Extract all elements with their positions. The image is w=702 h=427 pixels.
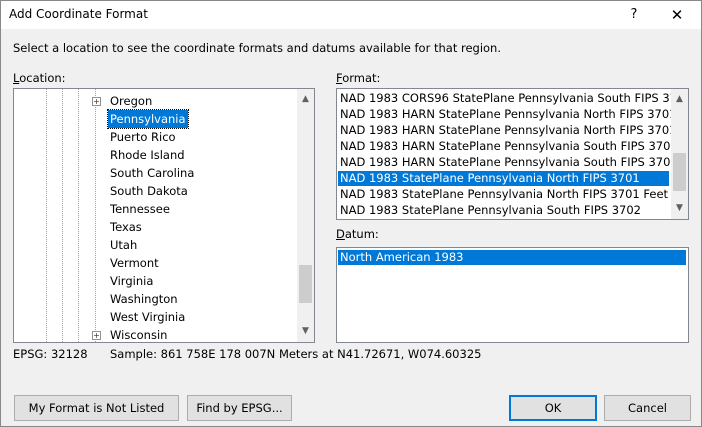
location-item-label: Utah — [110, 238, 138, 252]
datum-label: Datum: — [336, 227, 379, 241]
datum-item[interactable]: North American 1983 — [338, 250, 686, 265]
location-item-label: Washington — [110, 292, 178, 306]
location-item-label: South Dakota — [110, 184, 188, 198]
cancel-button[interactable]: Cancel — [604, 395, 691, 421]
format-label: Format: — [336, 71, 381, 85]
location-item-label: Rhode Island — [110, 148, 185, 162]
format-item[interactable]: NAD 1983 StatePlane Pennsylvania North F… — [338, 171, 669, 186]
format-item[interactable]: NAD 1983 HARN StatePlane Pennsylvania So… — [338, 155, 688, 170]
location-item[interactable]: Rhode Island — [14, 146, 296, 164]
location-tree[interactable]: + Oregon Pennsylvania Puerto Rico Rhode Isla… — [13, 88, 315, 343]
window-title: Add Coordinate Format — [9, 7, 148, 21]
format-scrollbar[interactable]: ▲ ▼ — [671, 89, 688, 219]
location-item[interactable]: Utah — [14, 236, 296, 254]
location-item-label: Wisconsin — [110, 328, 168, 342]
datum-list[interactable]: North American 1983 — [336, 247, 689, 343]
format-item[interactable]: NAD 1983 CORS96 StatePlane Pennsylvania … — [338, 91, 688, 106]
location-item[interactable]: Puerto Rico — [14, 128, 296, 146]
location-item-label: Virginia — [110, 274, 154, 288]
format-not-listed-button[interactable]: My Format is Not Listed — [14, 395, 179, 421]
format-item[interactable]: NAD 1983 StatePlane Pennsylvania North F… — [338, 187, 669, 202]
location-label: Location: — [13, 71, 66, 85]
location-item-label: Pennsylvania — [107, 109, 189, 129]
scroll-up-arrow-icon[interactable]: ▲ — [297, 91, 314, 108]
location-item-label: Tennessee — [110, 202, 170, 216]
format-item[interactable]: NAD 1983 StatePlane Pennsylvania South F… — [338, 203, 669, 218]
find-by-epsg-button[interactable]: Find by EPSG... — [187, 395, 292, 421]
title-bar: Add Coordinate Format ? ✕ — [1, 1, 701, 29]
ok-button[interactable]: OK — [509, 395, 597, 421]
location-item[interactable]: + Oregon — [14, 92, 296, 110]
epsg-code: EPSG: 32128 — [13, 347, 88, 361]
location-item[interactable]: Vermont — [14, 254, 296, 272]
format-item[interactable]: NAD 1983 StatePlane Pennsylvania South F… — [338, 219, 669, 220]
location-scrollbar[interactable]: ▲ ▼ — [297, 89, 314, 342]
location-item[interactable]: Virginia — [14, 272, 296, 290]
scroll-down-arrow-icon[interactable]: ▼ — [297, 323, 314, 340]
location-item[interactable]: Washington — [14, 290, 296, 308]
location-item[interactable]: + Wisconsin — [14, 326, 296, 342]
location-item-label: Oregon — [110, 94, 153, 108]
help-button[interactable]: ? — [623, 5, 645, 25]
format-item[interactable]: NAD 1983 HARN StatePlane Pennsylvania So… — [338, 139, 678, 154]
location-item[interactable]: Tennessee — [14, 200, 296, 218]
location-item-label: South Carolina — [110, 166, 195, 180]
location-item-label: Vermont — [110, 256, 159, 270]
location-item[interactable]: South Carolina — [14, 164, 296, 182]
location-item[interactable]: South Dakota — [14, 182, 296, 200]
sample-coordinate: Sample: 861 758E 178 007N Meters at N41.… — [110, 347, 482, 361]
instructions-text: Select a location to see the coordinate … — [13, 41, 502, 55]
scroll-down-arrow-icon[interactable]: ▼ — [671, 200, 688, 217]
location-item-label: Puerto Rico — [110, 130, 176, 144]
scroll-thumb[interactable] — [673, 153, 686, 191]
location-item[interactable]: Texas — [14, 218, 296, 236]
format-item[interactable]: NAD 1983 HARN StatePlane Pennsylvania No… — [338, 123, 688, 138]
format-item[interactable]: NAD 1983 HARN StatePlane Pennsylvania No… — [338, 107, 677, 122]
scroll-up-arrow-icon[interactable]: ▲ — [671, 91, 688, 108]
location-item-label: Texas — [110, 220, 142, 234]
location-item[interactable]: West Virginia — [14, 308, 296, 326]
location-item[interactable]: Pennsylvania — [14, 109, 296, 129]
expand-icon[interactable]: + — [92, 97, 101, 106]
expand-icon[interactable]: + — [92, 331, 101, 340]
scroll-thumb[interactable] — [299, 265, 312, 303]
add-coordinate-format-dialog: Add Coordinate Format ? ✕ Select a locat… — [0, 0, 702, 427]
close-button[interactable]: ✕ — [665, 4, 689, 26]
location-item-label: West Virginia — [110, 310, 186, 324]
format-list[interactable]: NAD 1983 CORS96 StatePlane Pennsylvania … — [336, 88, 689, 220]
